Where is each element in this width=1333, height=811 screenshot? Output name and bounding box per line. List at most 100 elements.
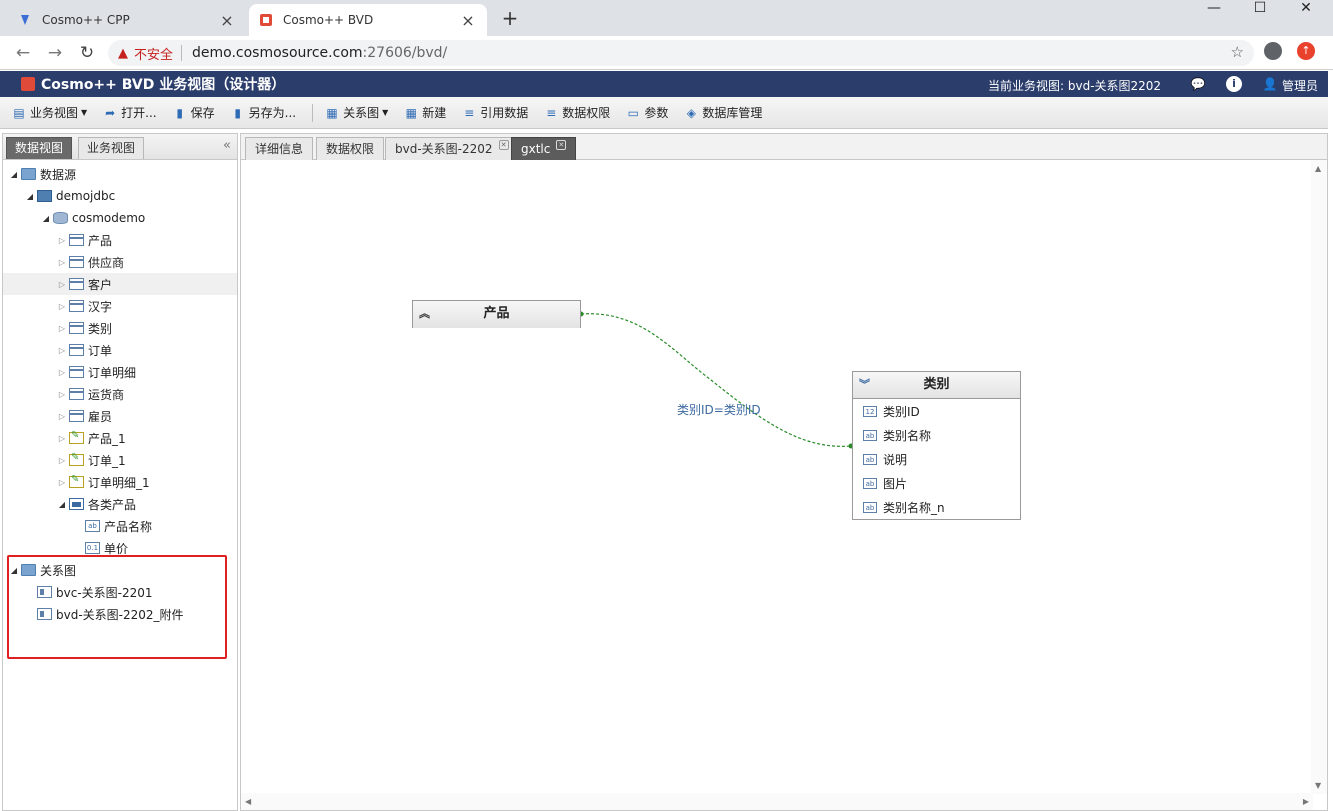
entity-header[interactable]: ︽ 产品 — [413, 301, 580, 328]
entity-category[interactable]: ︾ 类别 12 类别ID ab 类别名称 ab 说明 ab 图片 ab 类别名称_n — [852, 371, 1021, 520]
tree-node[interactable]: ◢ 数据源 — [3, 163, 237, 185]
security-status[interactable]: 不安全 — [134, 44, 173, 63]
tab-data-permission[interactable]: 数据权限 — [316, 137, 385, 160]
tree-node[interactable]: ▷ 产品_1 — [3, 427, 237, 449]
tab-data-view[interactable]: 数据视图 — [6, 137, 73, 159]
window-minimize-button[interactable]: — — [1194, 0, 1234, 20]
tree-node[interactable]: ▷ 产品 — [3, 229, 237, 251]
business-view-menu-button[interactable]: ▤ 业务视图 ▼ — [12, 104, 87, 121]
save-as-button[interactable]: ▮ 另存为... — [231, 104, 296, 121]
expand-chevron-up-icon[interactable]: ︽ — [419, 301, 430, 327]
user-icon[interactable]: 👤 — [1262, 76, 1278, 92]
parameter-button[interactable]: ▭ 参数 — [626, 104, 669, 121]
entity-field[interactable]: ab 类别名称 — [853, 423, 1020, 447]
tree-node[interactable]: ▷ 运货商 — [3, 383, 237, 405]
window-close-button[interactable]: ✕ — [1286, 0, 1326, 20]
rel-icon — [37, 586, 52, 598]
db-icon — [53, 212, 68, 224]
tree-node[interactable]: ◢ cosmodemo — [3, 207, 237, 229]
tree-node[interactable]: 0.1 单价 — [3, 537, 237, 559]
tree-collapsed-icon[interactable]: ▷ — [57, 368, 67, 377]
tree-node[interactable]: ▷ 订单明细 — [3, 361, 237, 383]
tree-expanded-icon[interactable]: ◢ — [9, 566, 19, 575]
tree-collapsed-icon[interactable]: ▷ — [57, 456, 67, 465]
tree-node[interactable]: ▷ 汉字 — [3, 295, 237, 317]
close-tab-icon[interactable]: ✕ — [556, 140, 567, 150]
tree-node[interactable]: ▷ 供应商 — [3, 251, 237, 273]
tree-node[interactable]: ▷ 订单 — [3, 339, 237, 361]
window-maximize-button[interactable]: ☐ — [1240, 0, 1280, 20]
tree-collapsed-icon[interactable]: ▷ — [57, 302, 67, 311]
tab-detail-info[interactable]: 详细信息 — [245, 137, 314, 160]
horizontal-scrollbar[interactable]: ◀ ▶ — [241, 793, 1313, 810]
entity-field[interactable]: ab 图片 — [853, 471, 1020, 495]
tree-node[interactable]: ◢ demojdbc — [3, 185, 237, 207]
collapse-panel-icon[interactable]: « — [223, 138, 231, 153]
tree-node[interactable]: ◢ 各类产品 — [3, 493, 237, 515]
tree-collapsed-icon[interactable]: ▷ — [57, 236, 67, 245]
user-name[interactable]: 管理员 — [1282, 77, 1318, 94]
entity-field[interactable]: ab 类别名称_n — [853, 495, 1020, 519]
chat-icon[interactable]: 💬 — [1190, 76, 1206, 92]
entity-field[interactable]: 12 类别ID — [853, 399, 1020, 423]
field-type-icon: ab — [863, 453, 877, 465]
reload-icon[interactable]: ↻ — [76, 42, 98, 64]
tree-collapsed-icon[interactable]: ▷ — [57, 478, 67, 487]
tree-collapsed-icon[interactable]: ▷ — [57, 258, 67, 267]
vertical-scrollbar[interactable]: ▲ ▼ — [1311, 160, 1327, 794]
tree-node[interactable]: ▷ 客户 — [3, 273, 237, 295]
diagram-canvas[interactable]: 类别ID=类别ID ︽ 产品 ︾ 类别 12 类别ID ab 类别名称 ab 说明 ab 图片… — [241, 160, 1313, 794]
extension-update-icon[interactable]: ↑ — [1297, 42, 1315, 60]
tree-collapsed-icon[interactable]: ▷ — [57, 390, 67, 399]
tab-bvd-diagram-2202[interactable]: bvd-关系图-2202 ✕ — [385, 137, 519, 160]
tree-collapsed-icon[interactable]: ▷ — [57, 434, 67, 443]
tree-node-label: 各类产品 — [88, 497, 137, 512]
browser-tab-title: Cosmo++ CPP — [42, 13, 130, 27]
diagram-menu-button[interactable]: ▦ 关系图 ▼ — [325, 104, 388, 121]
table-icon — [69, 410, 84, 422]
relation-label[interactable]: 类别ID=类别ID — [677, 401, 761, 418]
rel-icon — [37, 608, 52, 620]
tab-gxtlc[interactable]: gxtlc ✕ — [511, 137, 577, 160]
url-omnibox[interactable]: ▲ 不安全 demo.cosmosource.com:27606/bvd/ ☆ — [108, 40, 1254, 66]
tree-node[interactable]: bvc-关系图-2201 — [3, 581, 237, 603]
tree-node-label: 客户 — [88, 277, 113, 292]
browser-tab-cpp[interactable]: Cosmo++ CPP × — [8, 4, 246, 36]
entity-header[interactable]: ︾ 类别 — [853, 372, 1020, 399]
back-arrow-icon[interactable]: ← — [12, 42, 34, 64]
tree-node[interactable]: ◢ 关系图 — [3, 559, 237, 581]
profile-avatar-icon[interactable] — [1264, 42, 1282, 60]
browser-tab-bvd[interactable]: Cosmo++ BVD × — [249, 4, 487, 36]
forward-arrow-icon[interactable]: → — [44, 42, 66, 64]
tree-expanded-icon[interactable]: ◢ — [9, 170, 19, 179]
new-button[interactable]: ▦ 新建 — [404, 104, 447, 121]
tree-node[interactable]: ab 产品名称 — [3, 515, 237, 537]
tree-node[interactable]: ▷ 雇员 — [3, 405, 237, 427]
tree-node[interactable]: ▷ 订单明细_1 — [3, 471, 237, 493]
save-button[interactable]: ▮ 保存 — [173, 104, 214, 121]
tree-expanded-icon[interactable]: ◢ — [25, 192, 35, 201]
tree-collapsed-icon[interactable]: ▷ — [57, 346, 67, 355]
tree-expanded-icon[interactable]: ◢ — [41, 214, 51, 223]
entity-product[interactable]: ︽ 产品 — [412, 300, 581, 328]
tree-collapsed-icon[interactable]: ▷ — [57, 280, 67, 289]
entity-field[interactable]: ab 说明 — [853, 447, 1020, 471]
data-permission-button[interactable]: ≡ 数据权限 — [544, 104, 610, 121]
tab-close-icon[interactable]: × — [218, 11, 236, 30]
bookmark-star-icon[interactable]: ☆ — [1231, 43, 1244, 61]
tab-close-icon[interactable]: × — [459, 11, 477, 30]
open-button[interactable]: ➦ 打开... — [103, 104, 156, 121]
reference-data-button[interactable]: ≡ 引用数据 — [462, 104, 528, 121]
collapse-chevron-down-icon[interactable]: ︾ — [859, 372, 870, 398]
info-icon[interactable]: i — [1226, 76, 1242, 92]
close-tab-icon[interactable]: ✕ — [498, 140, 509, 150]
tree-node[interactable]: ▷ 订单_1 — [3, 449, 237, 471]
tab-business-view[interactable]: 业务视图 — [78, 137, 145, 159]
tree-collapsed-icon[interactable]: ▷ — [57, 324, 67, 333]
database-manage-button[interactable]: ◈ 数据库管理 — [684, 104, 763, 121]
tree-expanded-icon[interactable]: ◢ — [57, 500, 67, 509]
tree-node[interactable]: ▷ 类别 — [3, 317, 237, 339]
tree-node[interactable]: bvd-关系图-2202_附件 — [3, 603, 237, 625]
tree-collapsed-icon[interactable]: ▷ — [57, 412, 67, 421]
new-tab-button[interactable]: + — [498, 6, 522, 30]
